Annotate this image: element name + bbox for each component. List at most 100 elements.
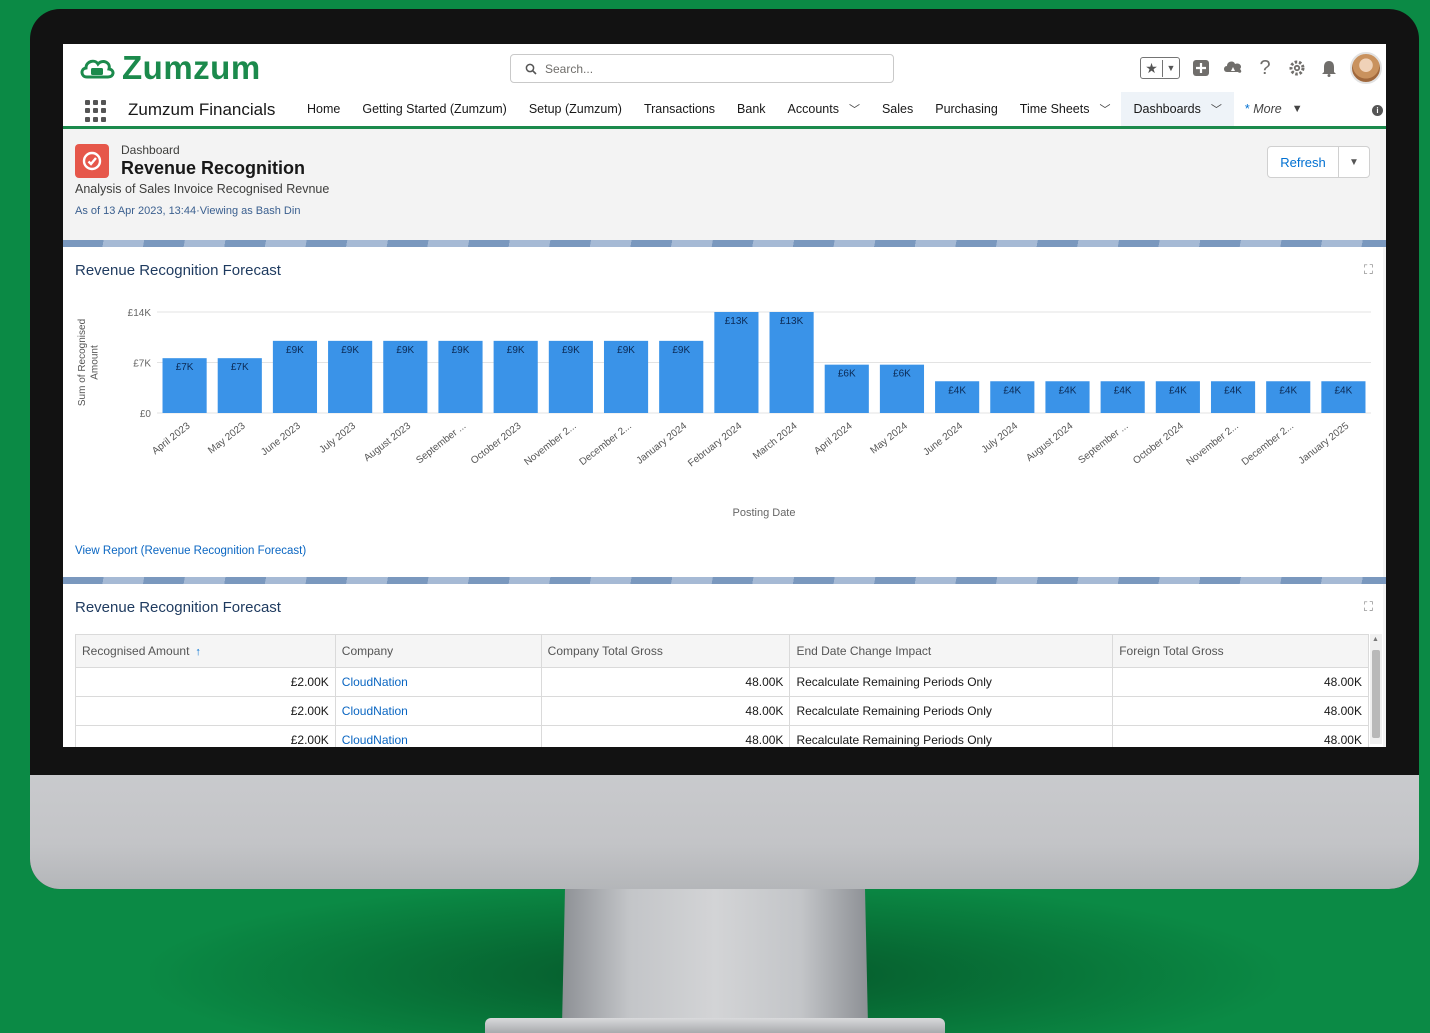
bar-value-label: £9K [507, 345, 525, 356]
bar-value-label: £9K [672, 345, 690, 356]
cell-company-link[interactable]: CloudNation [334, 667, 542, 697]
cloud-logo-icon [80, 59, 115, 79]
nav-item-purchasing[interactable]: Purchasing [924, 92, 1009, 126]
y-axis-title: Sum of Recognised Amount [77, 319, 101, 406]
trailhead-icon[interactable] [1222, 57, 1244, 79]
view-report-link[interactable]: View Report (Revenue Recognition Forecas… [75, 545, 306, 557]
column-header-company-total-gross[interactable]: Company Total Gross [540, 634, 791, 668]
bar-value-label: £9K [341, 345, 359, 356]
info-icon[interactable]: i [1372, 105, 1383, 116]
nav-item-sales[interactable]: Sales [871, 92, 924, 126]
dashboard-type-label: Dashboard [121, 143, 180, 157]
x-tick-label: December 2... [578, 421, 634, 468]
nav-more-menu[interactable]: * More ▼ [1234, 92, 1314, 126]
global-actions-icon[interactable] [1190, 57, 1212, 79]
sort-ascending-icon[interactable]: ↑ [195, 646, 201, 658]
nav-item-time-sheets[interactable]: Time Sheets ﹀ [1009, 92, 1122, 126]
notifications-bell-icon[interactable] [1318, 57, 1340, 79]
nav-items: Home Getting Started (Zumzum) Setup (Zum… [296, 92, 1314, 129]
favorites-dropdown-icon[interactable]: ▼ [1163, 63, 1179, 73]
column-header-company[interactable]: Company [334, 634, 542, 668]
cell-foreign-total-gross: 48.00K [1112, 725, 1369, 747]
nav-item-accounts[interactable]: Accounts ﹀ [777, 92, 871, 126]
cell-company-link[interactable]: CloudNation [334, 725, 542, 747]
x-tick-label: December 2... [1240, 421, 1296, 468]
x-tick-label: June 2023 [259, 420, 303, 458]
user-avatar[interactable] [1350, 52, 1382, 84]
cell-recognised-amount: £2.00K [75, 725, 336, 747]
bar-value-label: £4K [1279, 385, 1297, 396]
global-search-input[interactable]: Search... [510, 54, 894, 83]
x-tick-label: February 2024 [686, 420, 744, 469]
nav-item-label: Setup (Zumzum) [528, 102, 622, 116]
dashboard-description: Analysis of Sales Invoice Recognised Rev… [75, 182, 330, 196]
app-navigation: Zumzum Financials Home Getting Started (… [63, 92, 1386, 129]
dashboard-gauge-icon [75, 144, 109, 178]
column-header-end-date-change-impact[interactable]: End Date Change Impact [789, 634, 1114, 668]
app-launcher-icon[interactable] [85, 100, 107, 122]
bar-value-label: £7K [231, 362, 249, 373]
nav-item-getting-started[interactable]: Getting Started (Zumzum) [351, 92, 518, 126]
chart-bar [714, 312, 759, 413]
dashboard-header: Dashboard Revenue Recognition Analysis o… [63, 132, 1386, 240]
expand-icon[interactable]: ⛶ [1364, 599, 1373, 615]
revenue-bar-chart: £0 £7K £14K Sum of Recognised Amount £7K April… [77, 308, 1371, 519]
nav-item-label: Bank [737, 102, 766, 116]
nav-item-setup[interactable]: Setup (Zumzum) [518, 92, 633, 126]
cell-company-link[interactable]: CloudNation [334, 696, 542, 726]
help-icon[interactable]: ? [1254, 57, 1276, 79]
section-divider [63, 240, 1386, 247]
nav-item-label: Home [307, 102, 341, 116]
bar-value-label: £6K [838, 369, 856, 380]
bar-value-label: £7K [176, 362, 194, 373]
column-header-recognised-amount[interactable]: Recognised Amount ↑ [75, 634, 336, 668]
table-header-row: Recognised Amount ↑ Company Company Total… [75, 634, 1369, 668]
x-axis-title: Posting Date [733, 507, 796, 519]
refresh-button[interactable]: Refresh [1267, 146, 1339, 178]
bar-value-label: £4K [1114, 385, 1132, 396]
nav-item-dashboards[interactable]: Dashboards ﹀ [1121, 92, 1234, 129]
nav-item-label: Purchasing [935, 102, 998, 116]
x-tick-label: November 2... [1185, 421, 1241, 468]
star-icon: ★ [1141, 59, 1163, 77]
bar-value-label: £4K [1169, 385, 1187, 396]
revenue-table: Recognised Amount ↑ Company Company Total… [75, 634, 1369, 747]
bar-value-label: £9K [452, 345, 470, 356]
nav-item-transactions[interactable]: Transactions [633, 92, 726, 126]
x-tick-label: November 2... [522, 421, 578, 468]
global-header: Zumzum Search... ★ ▼ ? [63, 44, 1386, 92]
x-tick-label: March 2024 [751, 420, 800, 461]
nav-more-label: More [1253, 102, 1282, 116]
x-tick-label: May 2024 [868, 420, 910, 456]
cell-foreign-total-gross: 48.00K [1112, 667, 1369, 697]
scroll-up-icon[interactable]: ▲ [1372, 636, 1379, 643]
refresh-menu-dropdown-icon[interactable]: ▼ [1339, 146, 1370, 178]
nav-item-label: Dashboards [1133, 102, 1201, 116]
chevron-down-icon[interactable]: ﹀ [1211, 101, 1222, 117]
bar-value-label: £9K [286, 345, 304, 356]
x-tick-label: October 2023 [469, 420, 524, 466]
bar-value-label: £13K [725, 316, 749, 327]
x-tick-label: August 2023 [362, 420, 413, 464]
app-logo[interactable]: Zumzum [78, 51, 261, 84]
header-utility-icons: ★ ▼ ? [1140, 52, 1386, 84]
bar-value-label: £4K [1335, 385, 1353, 396]
search-placeholder: Search... [545, 61, 594, 76]
favorites-button[interactable]: ★ ▼ [1140, 57, 1180, 79]
chart-widget-title: Revenue Recognition Forecast [75, 262, 281, 279]
chevron-down-icon[interactable]: ﹀ [1099, 101, 1110, 117]
cell-end-date-change-impact: Recalculate Remaining Periods Only [789, 667, 1114, 697]
nav-item-home[interactable]: Home [296, 92, 351, 126]
table-scrollbar-thumb[interactable] [1372, 650, 1380, 738]
chevron-down-icon[interactable]: ﹀ [849, 101, 860, 117]
nav-item-label: Time Sheets [1019, 102, 1090, 116]
expand-icon[interactable]: ⛶ [1364, 262, 1373, 278]
bar-value-label: £4K [1059, 385, 1077, 396]
nav-item-bank[interactable]: Bank [726, 92, 777, 126]
x-tick-label: September ... [414, 421, 468, 467]
column-header-foreign-total-gross[interactable]: Foreign Total Gross [1112, 634, 1369, 668]
dashboard-timestamp: As of 13 Apr 2023, 13:44·Viewing as Bash… [75, 205, 301, 217]
settings-gear-icon[interactable] [1286, 57, 1308, 79]
x-tick-label: January 2025 [1297, 420, 1352, 466]
table-row: £2.00K CloudNation 48.00K Recalculate Re… [75, 696, 1369, 726]
